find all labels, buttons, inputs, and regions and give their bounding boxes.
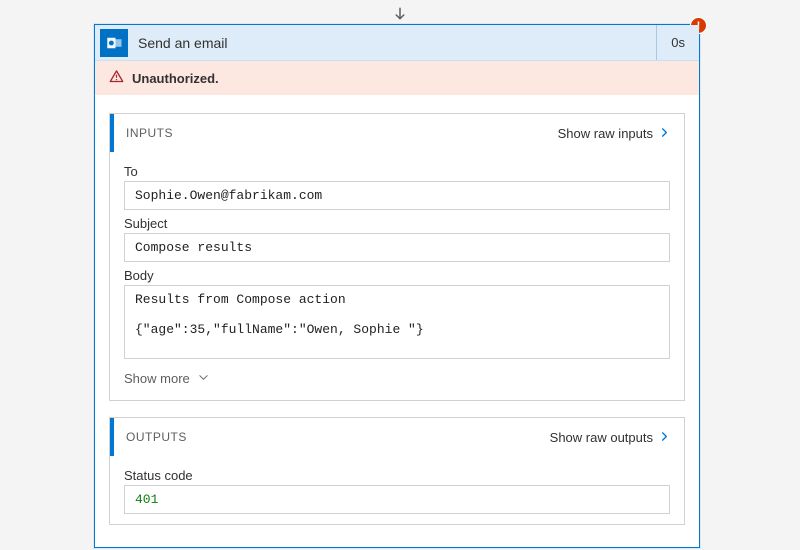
to-value[interactable]: Sophie.Owen@fabrikam.com bbox=[124, 181, 670, 210]
outlook-icon bbox=[100, 29, 128, 57]
show-more-label: Show more bbox=[124, 371, 190, 386]
error-banner: Unauthorized. bbox=[95, 61, 699, 95]
to-label: To bbox=[124, 164, 670, 179]
status-code-label: Status code bbox=[124, 468, 670, 483]
show-more-button[interactable]: Show more bbox=[124, 371, 670, 390]
action-title: Send an email bbox=[138, 35, 228, 51]
subject-label: Subject bbox=[124, 216, 670, 231]
show-raw-outputs-link[interactable]: Show raw outputs bbox=[550, 430, 670, 445]
action-duration: 0s bbox=[656, 25, 699, 60]
subject-value[interactable]: Compose results bbox=[124, 233, 670, 262]
error-message: Unauthorized. bbox=[132, 71, 219, 86]
card-header[interactable]: Send an email 0s bbox=[95, 25, 699, 61]
inputs-title: INPUTS bbox=[126, 126, 173, 140]
outputs-section: OUTPUTS Show raw outputs Status code 401 bbox=[109, 417, 685, 525]
show-raw-outputs-label: Show raw outputs bbox=[550, 430, 653, 445]
warning-icon bbox=[109, 69, 124, 87]
chevron-down-icon bbox=[198, 371, 209, 386]
status-code-value[interactable]: 401 bbox=[124, 485, 670, 514]
chevron-right-icon bbox=[659, 430, 670, 445]
show-raw-inputs-link[interactable]: Show raw inputs bbox=[558, 126, 670, 141]
body-value[interactable]: Results from Compose action {"age":35,"f… bbox=[124, 285, 670, 359]
body-label: Body bbox=[124, 268, 670, 283]
inputs-section: INPUTS Show raw inputs To Sophie.Owen@fa… bbox=[109, 113, 685, 401]
chevron-right-icon bbox=[659, 126, 670, 141]
action-card: ! Send an email 0s Unauthorized. INPUTS … bbox=[94, 24, 700, 548]
outputs-title: OUTPUTS bbox=[126, 430, 187, 444]
show-raw-inputs-label: Show raw inputs bbox=[558, 126, 653, 141]
